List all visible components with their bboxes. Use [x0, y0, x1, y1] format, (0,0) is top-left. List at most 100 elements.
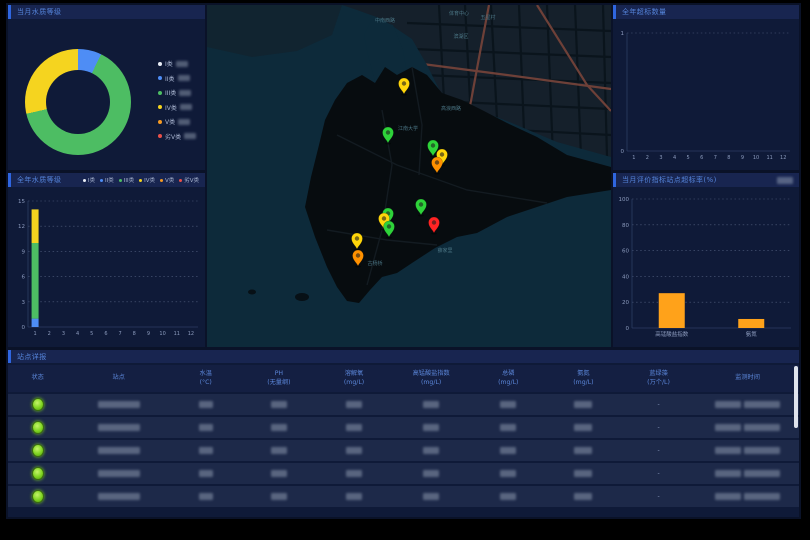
table-row[interactable]: -	[8, 394, 799, 415]
svg-text:3: 3	[659, 155, 662, 161]
status-cell	[8, 467, 67, 480]
bar-segment[interactable]	[32, 243, 39, 319]
value-cell	[546, 424, 621, 431]
redacted-value	[744, 401, 780, 408]
value-cell	[67, 447, 170, 454]
panel-action-redacted[interactable]	[777, 177, 793, 184]
legend-label: V类	[165, 176, 174, 184]
status-cell	[8, 444, 67, 457]
value-cell	[392, 447, 471, 454]
legend-label: III类	[124, 176, 134, 184]
redacted-value	[199, 447, 213, 454]
svg-text:60: 60	[622, 249, 629, 255]
svg-text:6: 6	[104, 331, 107, 337]
legend-dot	[119, 179, 122, 182]
bar-segment[interactable]	[32, 319, 39, 327]
column-header: 监测时间	[696, 374, 799, 383]
svg-text:12: 12	[780, 155, 786, 161]
redacted-value	[423, 401, 439, 408]
table-scrollbar-thumb[interactable]	[794, 366, 798, 428]
legend-dot	[160, 179, 163, 182]
panel-title: 全年超标数量	[622, 7, 666, 17]
redacted-value	[346, 493, 362, 500]
redacted-value	[715, 424, 741, 431]
redacted-value	[715, 401, 741, 408]
legend-item[interactable]: III类	[119, 176, 134, 184]
redacted-value	[346, 401, 362, 408]
panel-title: 当月水质等级	[17, 7, 61, 17]
table-row[interactable]: -	[8, 463, 799, 484]
bar-segment[interactable]	[738, 319, 764, 328]
status-indicator-normal	[32, 467, 44, 480]
legend-item[interactable]: 劣V类	[179, 176, 199, 184]
value-cell	[546, 401, 621, 408]
svg-text:8: 8	[727, 155, 730, 161]
status-indicator-normal	[32, 398, 44, 411]
legend-item[interactable]: IV类	[139, 176, 155, 184]
map[interactable]: 体育中心中南西路五星村滨湖区高浪西路江南大学薛家里古杨桥	[207, 5, 611, 347]
value-cell	[241, 470, 316, 477]
column-header: PH(无量纲)	[241, 370, 316, 387]
panel-monthly-grade-header: 当月水质等级	[8, 5, 205, 19]
legend-item[interactable]: I类	[83, 176, 95, 184]
bar-segment[interactable]	[659, 293, 685, 328]
legend-item[interactable]: II类	[100, 176, 114, 184]
legend-item[interactable]: 劣V类	[158, 132, 196, 141]
redacted-value	[423, 424, 439, 431]
legend-dot	[158, 120, 162, 124]
legend-label: I类	[165, 59, 173, 68]
legend-item[interactable]: V类	[158, 117, 196, 126]
legend-item[interactable]: I类	[158, 59, 196, 68]
svg-text:9: 9	[147, 331, 150, 337]
value-cell	[241, 447, 316, 454]
dashboard: 当月水质等级 I类II类III类IV类V类劣V类 全年水质等级 I类II类III…	[6, 3, 801, 519]
value-cell	[392, 401, 471, 408]
annual-grade-chart[interactable]: 03691215123456789101112	[8, 187, 205, 345]
legend-label: 劣V类	[165, 132, 181, 141]
panel-annual-exceed-header: 全年超标数量	[613, 5, 799, 19]
panel-title: 站点详报	[17, 352, 47, 362]
legend-item[interactable]: III类	[158, 88, 196, 97]
table-body: -----	[8, 394, 799, 507]
map-panel: 体育中心中南西路五星村滨湖区高浪西路江南大学薛家里古杨桥	[207, 5, 611, 347]
svg-text:7: 7	[714, 155, 717, 161]
value-cell	[170, 470, 241, 477]
svg-text:100: 100	[619, 197, 630, 203]
value-cell	[170, 493, 241, 500]
redacted-value	[346, 470, 362, 477]
status-indicator-normal	[32, 421, 44, 434]
value-cell	[471, 470, 546, 477]
legend-label: I类	[88, 176, 95, 184]
map-street-label: 中南西路	[375, 17, 395, 24]
table-row[interactable]: -	[8, 486, 799, 507]
svg-text:80: 80	[622, 223, 629, 229]
svg-text:0: 0	[621, 149, 625, 155]
value-cell	[392, 493, 471, 500]
map-street-label: 薛家里	[437, 247, 452, 254]
redacted-value	[98, 401, 140, 408]
status-indicator-normal	[32, 490, 44, 503]
legend-item[interactable]: IV类	[158, 103, 196, 112]
redacted-value	[199, 493, 213, 500]
legend-label: IV类	[144, 176, 155, 184]
table-row[interactable]: -	[8, 440, 799, 461]
legend-item[interactable]: II类	[158, 74, 196, 83]
redacted-value	[423, 470, 439, 477]
value-cell	[241, 424, 316, 431]
legend-item[interactable]: V类	[160, 176, 174, 184]
value-cell	[546, 470, 621, 477]
legend-label: III类	[165, 88, 176, 97]
map-street-label: 古杨桥	[367, 260, 382, 267]
value-cell	[546, 447, 621, 454]
redacted-value	[199, 470, 213, 477]
redacted-value	[744, 470, 780, 477]
legend-label: 劣V类	[184, 176, 199, 184]
monthly-grade-chart: I类 II类 III类 IV类 V类劣V类	[8, 19, 205, 170]
bar-segment[interactable]	[32, 209, 39, 243]
legend-dot	[139, 179, 142, 182]
table-row[interactable]: -	[8, 417, 799, 438]
annual-exceed-chart[interactable]: 01123456789101112	[613, 19, 799, 169]
redacted-value	[744, 447, 780, 454]
redacted-value	[176, 61, 188, 67]
monthly-rate-chart[interactable]: 020406080100高锰酸盐指数氨氮	[613, 187, 799, 346]
